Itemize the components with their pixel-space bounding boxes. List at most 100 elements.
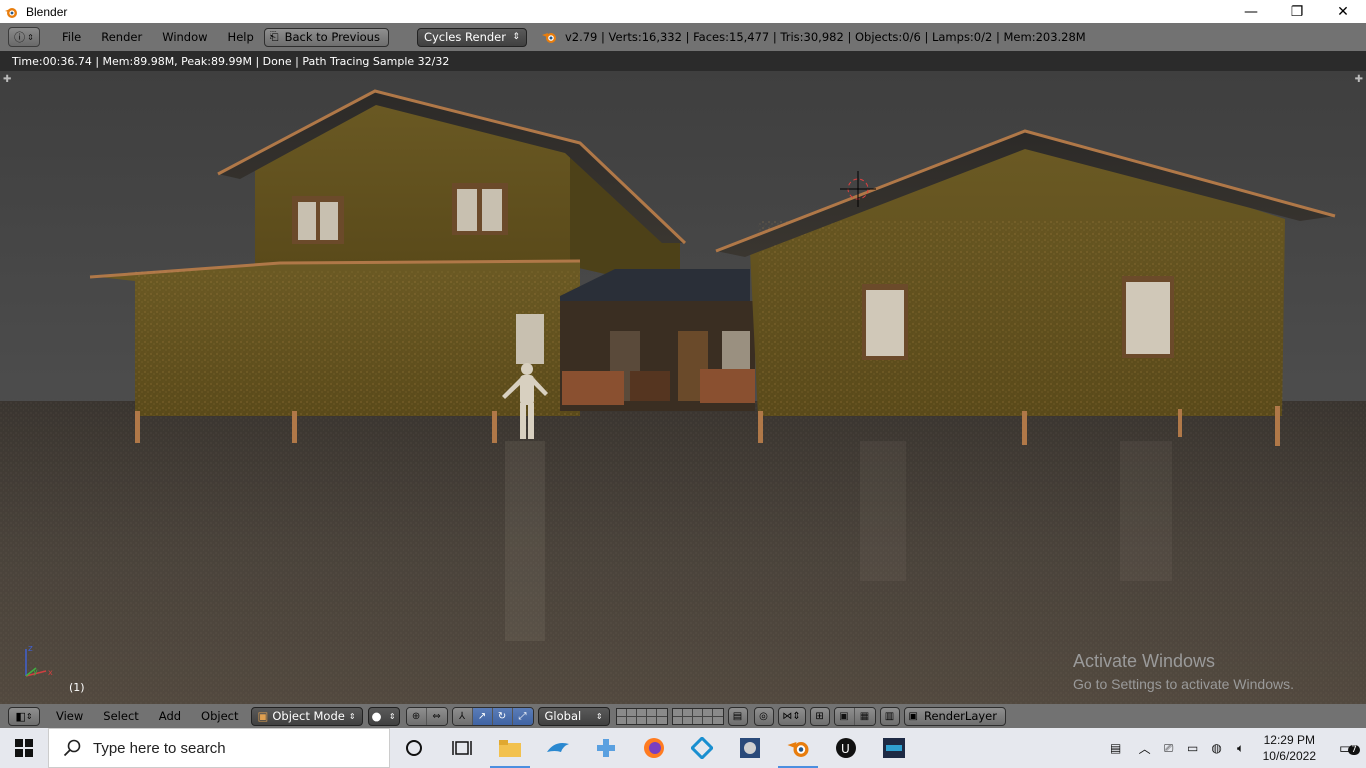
current-frame: (1) xyxy=(69,681,85,694)
opengl-render-icon[interactable]: ▣ xyxy=(834,707,855,725)
taskbar-app-media[interactable] xyxy=(726,728,774,768)
snap-element-button[interactable]: ⋈⇕ xyxy=(777,706,806,726)
translate-manipulator-icon[interactable]: ↗ xyxy=(472,707,493,725)
folder-icon xyxy=(499,740,521,757)
media-player-icon xyxy=(740,738,760,758)
render-engine-select[interactable]: Cycles Render ⇕ xyxy=(416,27,527,47)
rendered-scene-image: z y x xyxy=(0,71,1366,704)
area-split-handle[interactable]: ✚ xyxy=(1355,74,1363,85)
stats-text: v2.79 | Verts:16,332 | Faces:15,477 | Tr… xyxy=(564,30,1086,44)
layers-grid-2[interactable] xyxy=(671,707,724,725)
info-icon: ⓘ xyxy=(14,31,26,44)
cortana-button[interactable] xyxy=(390,728,438,768)
taskbar-app-firefox[interactable] xyxy=(630,728,678,768)
render-layer-icon: ▣ xyxy=(908,710,918,722)
battery-icon[interactable]: ▭ xyxy=(1181,741,1205,755)
close-button[interactable]: ✕ xyxy=(1320,0,1366,23)
updown-arrows-icon: ⇕ xyxy=(348,711,356,721)
transform-manipulators: ⅄ ↗ ↻ ⤢ xyxy=(451,706,534,726)
device-icon[interactable]: ⎚ xyxy=(1157,741,1181,756)
kodi-icon xyxy=(691,737,713,759)
svg-text:x: x xyxy=(48,668,53,677)
3d-viewport[interactable]: z y x ✚ ✚ (1) Activate Windows Go to Set… xyxy=(0,71,1366,704)
shading-sphere-icon: ● xyxy=(371,709,382,723)
blender-logo-icon xyxy=(787,742,809,757)
3d-view-icon: ◧ xyxy=(15,709,26,723)
task-view-button[interactable] xyxy=(438,728,486,768)
task-view-icon xyxy=(452,741,472,755)
snap-target-button[interactable]: ⊞ xyxy=(809,706,830,726)
back-to-previous-button[interactable]: ⎗ Back to Previous xyxy=(263,27,389,47)
updown-arrows-icon: ⇕ xyxy=(388,711,396,721)
viewport-shading-select[interactable]: ● ⇕ xyxy=(367,706,400,726)
gamepad-icon xyxy=(597,739,615,757)
menu-view[interactable]: View xyxy=(46,709,93,723)
start-button[interactable] xyxy=(0,728,48,768)
proportional-edit-button[interactable]: ◎ xyxy=(753,706,774,726)
transform-orientation-select[interactable]: Global ⇕ xyxy=(537,706,610,726)
firefox-icon xyxy=(644,738,664,758)
rotate-manipulator-icon[interactable]: ↻ xyxy=(492,707,513,725)
render-layer-button[interactable]: ▣ RenderLayer xyxy=(903,706,1006,726)
snap-target-icon: ⊞ xyxy=(815,710,824,722)
network-globe-icon[interactable]: ◍ xyxy=(1205,741,1229,755)
restore-button[interactable]: ❐ xyxy=(1274,0,1320,23)
pivot-point-button[interactable]: ⊕ xyxy=(406,707,427,725)
taskbar-app-explorer[interactable] xyxy=(486,728,534,768)
window-title: Blender xyxy=(26,4,68,19)
news-widget-icon[interactable]: ▤ xyxy=(1099,741,1133,755)
cortana-circle-icon xyxy=(406,740,422,756)
taskbar-app-kodi[interactable] xyxy=(678,728,726,768)
menu-window[interactable]: Window xyxy=(152,30,217,44)
scene-stats: v2.79 | Verts:16,332 | Faces:15,477 | Tr… xyxy=(541,30,1086,44)
info-header: ⓘ ⇕ File Render Window Help ⎗ Back to Pre… xyxy=(0,23,1366,51)
axis-manipulator-icon[interactable]: ⅄ xyxy=(452,707,473,725)
pivot-manipulator-group: ⊕ ⇔ xyxy=(405,706,448,726)
area-split-handle[interactable]: ✚ xyxy=(3,74,11,85)
menu-render[interactable]: Render xyxy=(91,30,152,44)
lock-layers-button[interactable]: ▤ xyxy=(727,706,748,726)
volume-icon[interactable]: 🔈︎ xyxy=(1229,741,1253,756)
minimize-button[interactable]: — xyxy=(1228,0,1274,23)
taskbar-app-epic[interactable] xyxy=(870,728,918,768)
system-tray: ▤ ︿ ⎚ ▭ ◍ 🔈︎ 12:29 PM 10/6/2022 ▭ 7 xyxy=(1099,728,1366,768)
menu-file[interactable]: File xyxy=(52,30,91,44)
scale-manipulator-icon[interactable]: ⤢ xyxy=(512,707,533,725)
activate-title: Activate Windows xyxy=(1073,651,1216,671)
mode-label: Object Mode xyxy=(272,709,345,723)
object-mode-icon: ▣ xyxy=(257,709,269,723)
interaction-mode-select[interactable]: ▣ Object Mode ⇕ xyxy=(250,706,363,726)
render-layer-label: RenderLayer xyxy=(923,709,997,723)
menu-add[interactable]: Add xyxy=(149,709,191,723)
menu-object[interactable]: Object xyxy=(191,709,248,723)
taskbar-app-pcsx[interactable] xyxy=(582,728,630,768)
activate-windows-watermark: Activate Windows Go to Settings to activ… xyxy=(1073,651,1294,692)
dolphin-icon xyxy=(547,743,569,752)
menu-select[interactable]: Select xyxy=(93,709,148,723)
overlay-button[interactable]: ▥ xyxy=(879,706,900,726)
svg-text:U: U xyxy=(841,742,850,756)
show-hidden-icons-chevron-icon[interactable]: ︿ xyxy=(1133,740,1157,757)
taskbar-search-box[interactable]: Type here to search xyxy=(48,728,390,768)
editor-type-button[interactable]: ◧ ⇕ xyxy=(8,706,40,726)
blender-logo-icon xyxy=(5,7,17,18)
opengl-anim-icon[interactable]: ▦ xyxy=(854,707,875,725)
back-arrow-icon: ⎗ xyxy=(269,30,279,43)
activate-subtitle: Go to Settings to activate Windows. xyxy=(1073,676,1294,692)
clock-time: 12:29 PM xyxy=(1263,733,1315,747)
notifications-button[interactable]: ▭ 7 xyxy=(1326,739,1366,757)
search-icon xyxy=(63,739,81,757)
windows-logo-icon xyxy=(15,739,33,757)
updown-arrows-icon: ⇕ xyxy=(27,32,34,42)
menu-help[interactable]: Help xyxy=(218,30,264,44)
taskbar-app-blender[interactable] xyxy=(774,728,822,768)
unreal-engine-icon: U xyxy=(836,738,856,758)
layers-grid-1[interactable] xyxy=(615,707,668,725)
taskbar-app-unreal[interactable]: U xyxy=(822,728,870,768)
editor-type-button[interactable]: ⓘ ⇕ xyxy=(8,27,40,47)
updown-arrows-icon: ⇕ xyxy=(25,711,33,721)
taskbar-app-dolphin[interactable] xyxy=(534,728,582,768)
taskbar-clock[interactable]: 12:29 PM 10/6/2022 xyxy=(1253,732,1326,764)
manipulator-toggle[interactable]: ⇔ xyxy=(426,707,447,725)
svg-text:z: z xyxy=(28,644,33,654)
